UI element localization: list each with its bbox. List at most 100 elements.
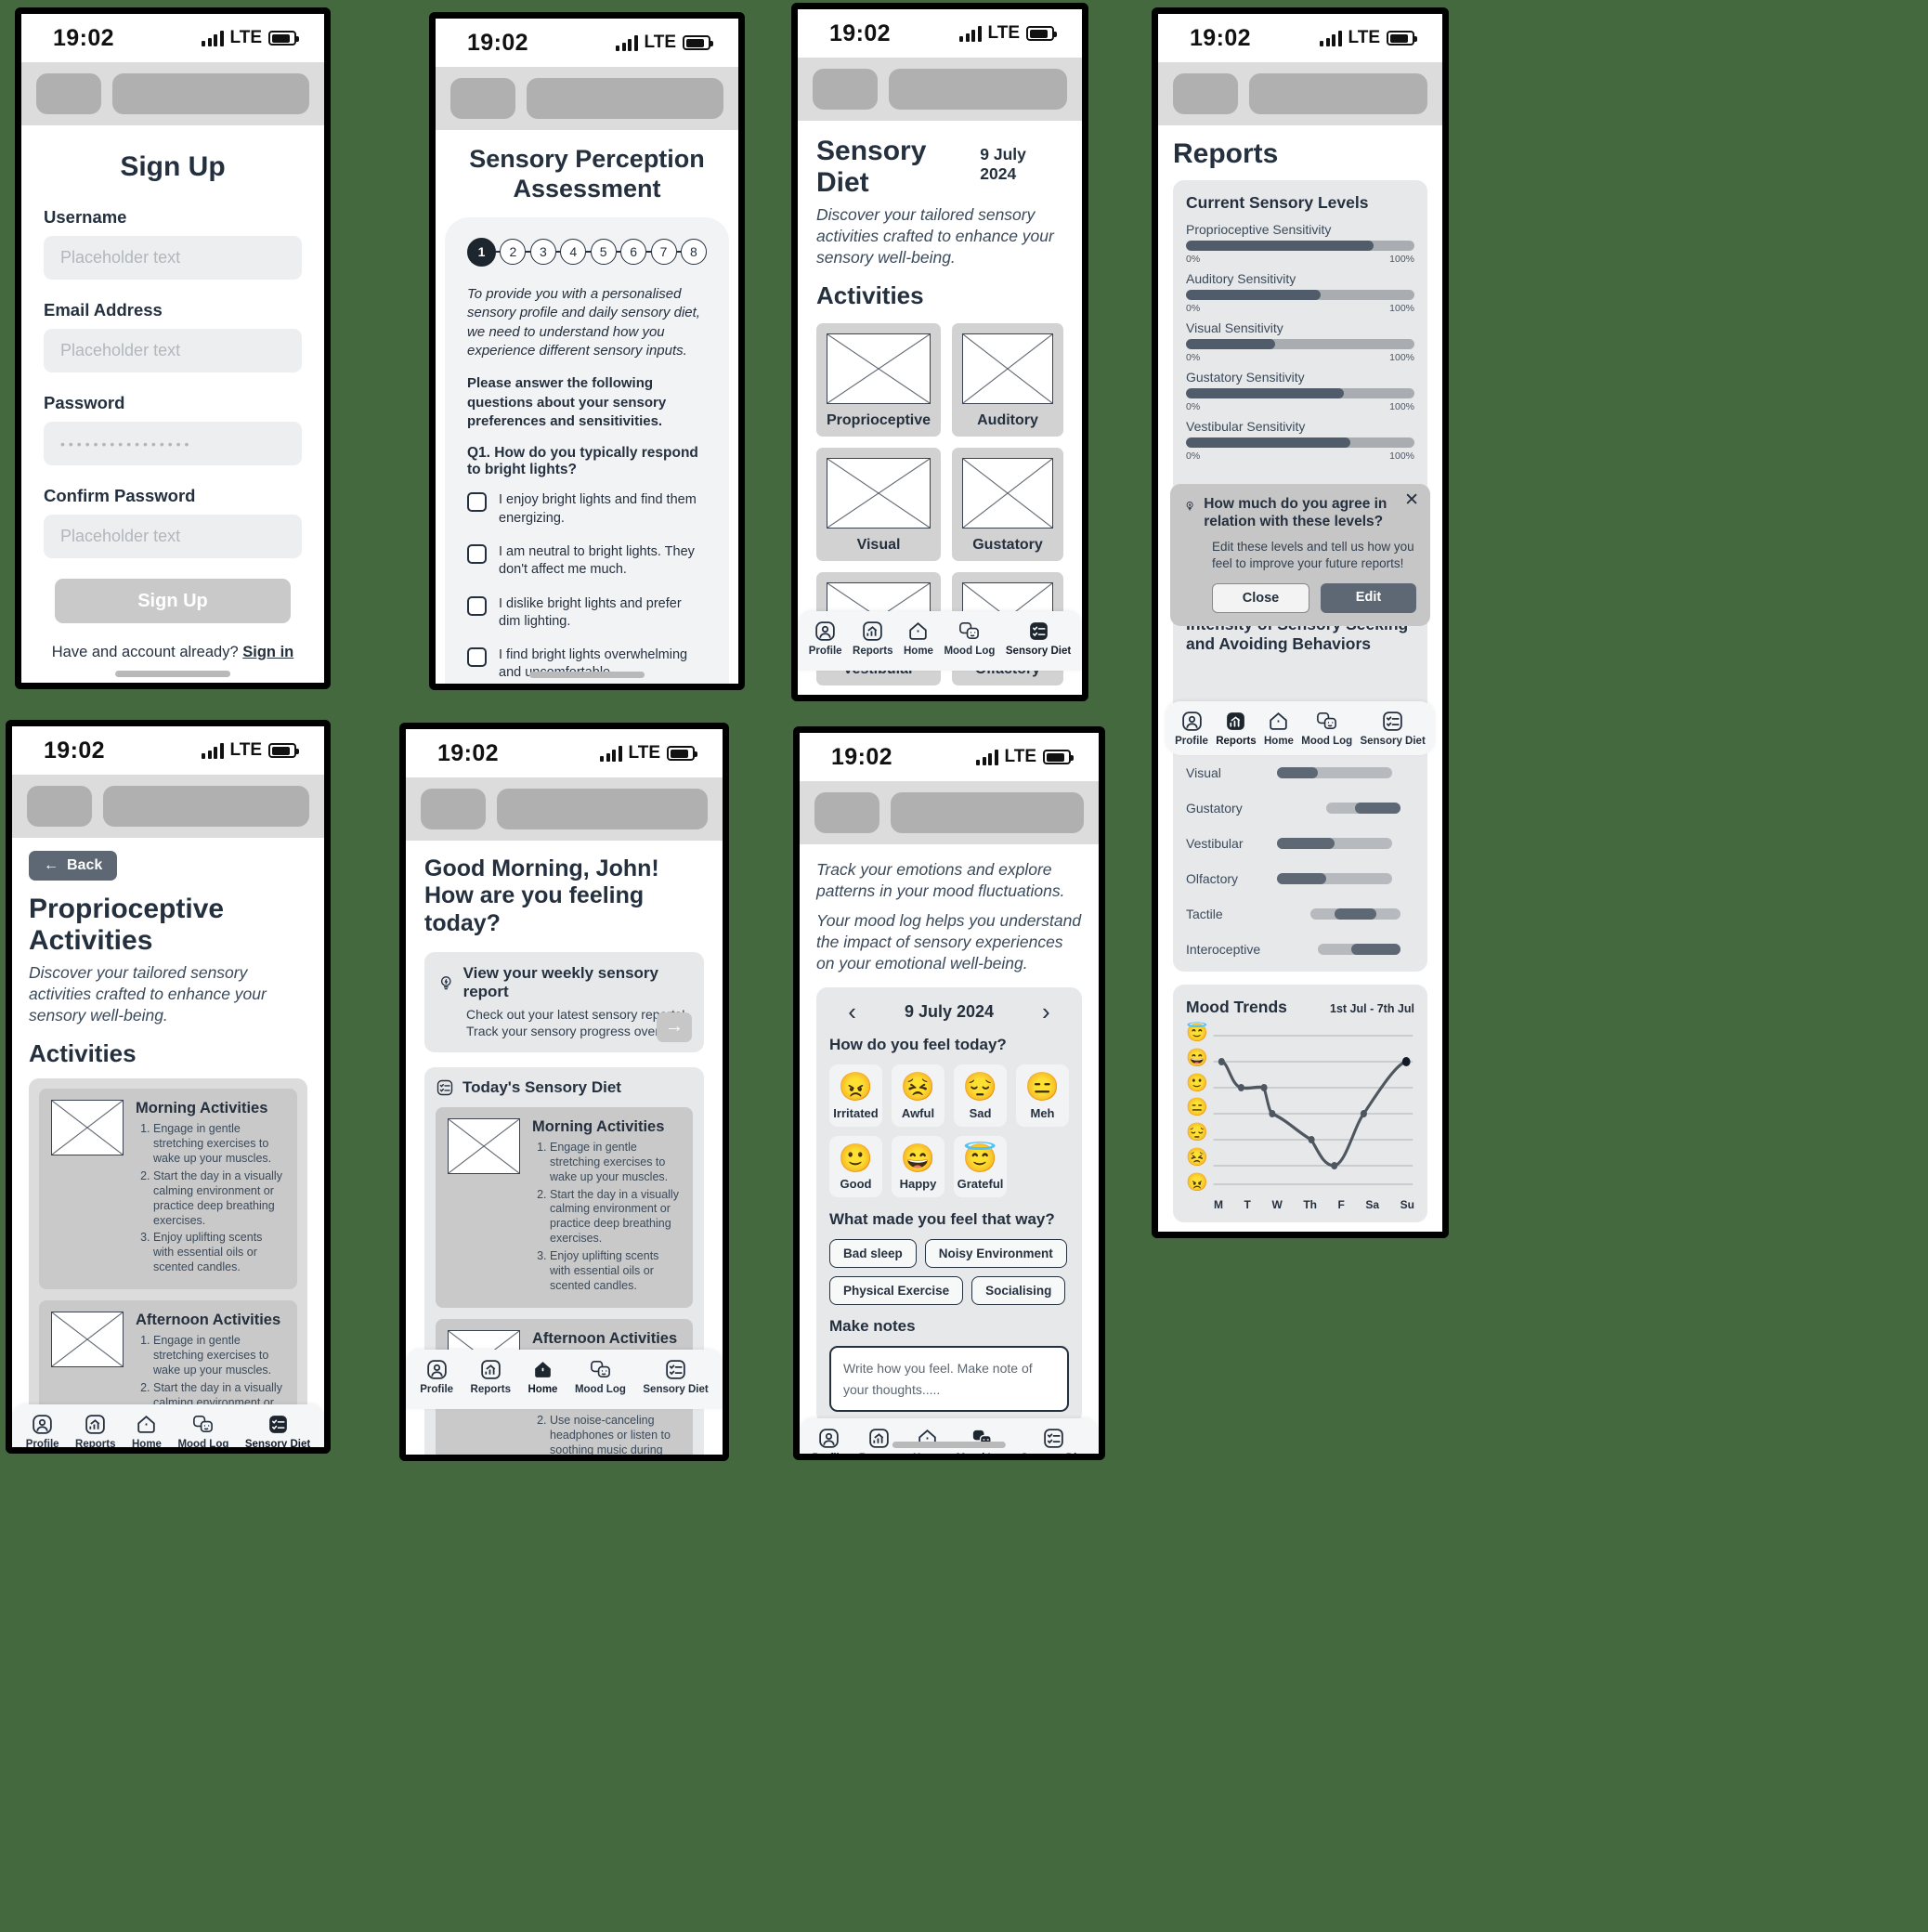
tab-home[interactable]: Home bbox=[528, 1358, 557, 1395]
step-6[interactable]: 6 bbox=[620, 239, 647, 266]
mood-masks-icon bbox=[1317, 712, 1337, 730]
mood-intro-1: Track your emotions and explore patterns… bbox=[816, 860, 1065, 901]
y-tick: 😄 bbox=[1186, 1048, 1208, 1068]
tab-mood-log[interactable]: Mood Log bbox=[957, 1427, 1008, 1454]
reason-chip-physical-exercise[interactable]: Physical Exercise bbox=[829, 1276, 964, 1306]
step-4[interactable]: 4 bbox=[560, 239, 587, 266]
tab-mood-log[interactable]: Mood Log bbox=[1301, 710, 1352, 747]
mood-option-meh[interactable]: 😑 Meh bbox=[1016, 1064, 1069, 1127]
home-indicator bbox=[892, 1442, 1007, 1448]
activity-card-morning[interactable]: Morning Activities Engage in gentle stre… bbox=[39, 1089, 297, 1290]
reports-chart-icon bbox=[869, 1429, 889, 1448]
tab-reports[interactable]: Reports bbox=[853, 620, 893, 657]
answer-option-1[interactable]: I enjoy bright lights and find them ener… bbox=[467, 491, 707, 528]
tab-mood-log[interactable]: Mood Log bbox=[944, 620, 995, 657]
answer-option-2[interactable]: I am neutral to bright lights. They don'… bbox=[467, 543, 707, 580]
mood-option-good[interactable]: 🙂 Good bbox=[829, 1135, 882, 1198]
reason-chip-list: Bad sleep Noisy Environment Physical Exe… bbox=[829, 1239, 1069, 1306]
tab-profile[interactable]: Profile bbox=[1175, 710, 1208, 747]
weekly-report-card[interactable]: View your weekly sensory report Check ou… bbox=[424, 951, 704, 1052]
tab-home[interactable]: Home bbox=[913, 1427, 943, 1454]
confirm-password-input[interactable]: Placeholder text bbox=[44, 515, 302, 558]
tooltip-edit-button[interactable]: Edit bbox=[1321, 583, 1416, 614]
tile-visual[interactable]: Visual bbox=[816, 448, 942, 562]
emoji-icon: 😑 bbox=[1024, 1072, 1061, 1103]
username-input[interactable]: Placeholder text bbox=[44, 236, 302, 280]
activity-card-morning[interactable]: Morning Activities Engage in gentle stre… bbox=[436, 1106, 693, 1308]
tab-sensory-diet[interactable]: Sensory Diet bbox=[643, 1358, 709, 1395]
checkbox-icon[interactable] bbox=[467, 492, 487, 513]
diet-card-title: Today's Sensory Diet bbox=[462, 1077, 621, 1096]
y-tick: 😑 bbox=[1186, 1098, 1208, 1118]
weekly-report-title: View your weekly sensory report bbox=[462, 963, 658, 1000]
password-label: Password bbox=[44, 393, 125, 412]
step-indicator: 1 2 3 4 5 6 7 8 bbox=[467, 237, 707, 267]
reason-chip-noisy-environment[interactable]: Noisy Environment bbox=[924, 1239, 1067, 1269]
checkbox-icon[interactable] bbox=[467, 595, 487, 616]
tab-profile[interactable]: Profile bbox=[26, 1413, 59, 1447]
answer-option-3[interactable]: I dislike bright lights and prefer dim l… bbox=[467, 595, 707, 632]
checkbox-icon[interactable] bbox=[467, 544, 487, 565]
signup-button[interactable]: Sign Up bbox=[55, 579, 291, 623]
mood-intro-2: Your mood log helps you understand the i… bbox=[816, 911, 1082, 973]
network-label: LTE bbox=[229, 740, 262, 760]
step-5[interactable]: 5 bbox=[590, 239, 617, 266]
level-bar bbox=[1186, 339, 1414, 349]
step-2[interactable]: 2 bbox=[500, 239, 527, 266]
tab-sensory-diet[interactable]: Sensory Diet bbox=[1021, 1427, 1087, 1454]
tab-reports[interactable]: Reports bbox=[859, 1427, 899, 1454]
seek-row-visual: Visual bbox=[1186, 765, 1414, 780]
password-input[interactable]: •••••••••••••••• bbox=[44, 422, 302, 465]
page-title: Proprioceptive Activities bbox=[29, 894, 225, 956]
back-button[interactable]: ← Back bbox=[29, 851, 118, 881]
mood-option-irritated[interactable]: 😠 Irritated bbox=[829, 1064, 882, 1127]
seek-row-tactile: Tactile bbox=[1186, 907, 1414, 921]
tab-reports[interactable]: Reports bbox=[1216, 710, 1257, 747]
step-7[interactable]: 7 bbox=[650, 239, 677, 266]
tab-label: Mood Log bbox=[944, 646, 996, 657]
notes-input[interactable]: Write how you feel. Make note of your th… bbox=[829, 1346, 1069, 1413]
tile-label: Visual bbox=[856, 537, 901, 554]
chevron-right-icon[interactable]: › bbox=[1042, 999, 1050, 1024]
tile-gustatory[interactable]: Gustatory bbox=[952, 448, 1063, 562]
y-tick: 😔 bbox=[1186, 1123, 1208, 1143]
email-input[interactable]: Placeholder text bbox=[44, 329, 302, 372]
tab-sensory-diet[interactable]: Sensory Diet bbox=[1360, 710, 1426, 747]
tab-home[interactable]: Home bbox=[132, 1413, 162, 1447]
arrow-right-icon[interactable]: → bbox=[657, 1012, 692, 1042]
chevron-left-icon[interactable]: ‹ bbox=[848, 999, 856, 1024]
tile-auditory[interactable]: Auditory bbox=[952, 323, 1063, 437]
tab-mood-log[interactable]: Mood Log bbox=[575, 1358, 626, 1395]
reason-chip-bad-sleep[interactable]: Bad sleep bbox=[829, 1239, 917, 1269]
reason-chip-socialising[interactable]: Socialising bbox=[971, 1276, 1066, 1306]
tab-sensory-diet[interactable]: Sensory Diet bbox=[1006, 620, 1071, 657]
tile-proprioceptive[interactable]: Proprioceptive bbox=[816, 323, 942, 437]
seek-row-vestibular: Vestibular bbox=[1186, 836, 1414, 851]
close-icon[interactable]: ✕ bbox=[1404, 491, 1419, 509]
tab-profile[interactable]: Profile bbox=[812, 1427, 845, 1454]
checkbox-icon[interactable] bbox=[467, 647, 487, 668]
tab-sensory-diet[interactable]: Sensory Diet bbox=[245, 1413, 310, 1447]
step-3[interactable]: 3 bbox=[529, 239, 556, 266]
mood-option-happy[interactable]: 😄 Happy bbox=[892, 1135, 944, 1198]
reports-chart-icon bbox=[863, 621, 883, 641]
phone-screen-reports: 19:02 LTE Reports Current Sensory Levels bbox=[1152, 7, 1449, 1238]
tab-profile[interactable]: Profile bbox=[809, 620, 842, 657]
tab-home[interactable]: Home bbox=[904, 620, 933, 657]
tooltip-close-button[interactable]: Close bbox=[1212, 583, 1309, 614]
signin-link[interactable]: Sign in bbox=[242, 644, 293, 660]
tab-home[interactable]: Home bbox=[1264, 710, 1294, 747]
step-1[interactable]: 1 bbox=[467, 237, 496, 267]
step-8[interactable]: 8 bbox=[680, 239, 707, 266]
signal-icon bbox=[600, 745, 622, 762]
mood-option-awful[interactable]: 😣 Awful bbox=[892, 1064, 944, 1127]
tab-mood-log[interactable]: Mood Log bbox=[177, 1413, 228, 1447]
tab-reports[interactable]: Reports bbox=[471, 1358, 511, 1395]
chrome-pill-large bbox=[889, 69, 1067, 110]
tab-label: Home bbox=[913, 1453, 943, 1454]
mood-option-grateful[interactable]: 😇 Grateful bbox=[954, 1135, 1007, 1198]
tab-profile[interactable]: Profile bbox=[420, 1358, 453, 1395]
tab-reports[interactable]: Reports bbox=[75, 1413, 116, 1447]
mood-masks-icon bbox=[959, 622, 980, 640]
mood-option-sad[interactable]: 😔 Sad bbox=[954, 1064, 1007, 1127]
